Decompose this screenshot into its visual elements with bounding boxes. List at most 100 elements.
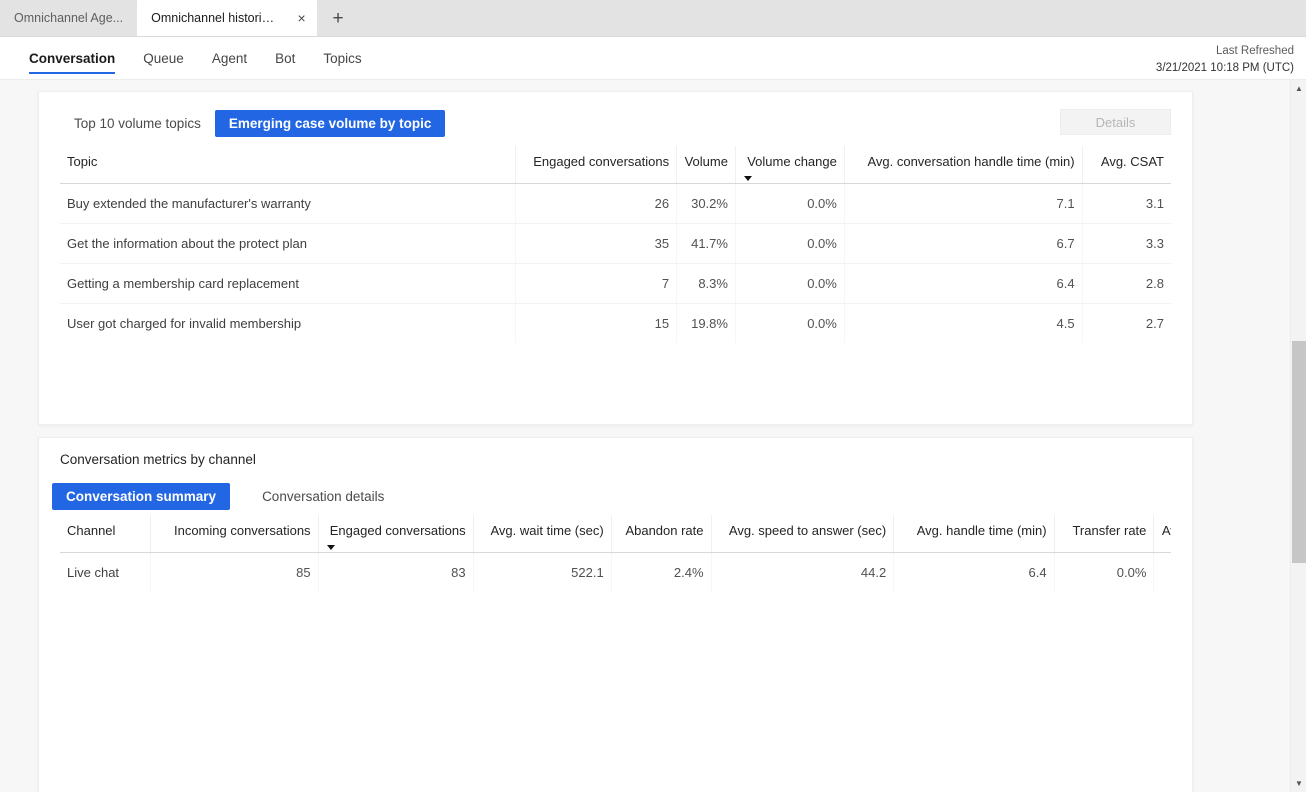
channel-table-body: Live chat8583522.12.4%44.26.40.0%3.1 xyxy=(60,552,1171,592)
tab-topics[interactable]: Topics xyxy=(309,37,375,80)
tab-queue[interactable]: Queue xyxy=(129,37,198,80)
topics-column-header[interactable]: Volume xyxy=(676,146,736,184)
table-cell: 3.1 xyxy=(1082,183,1171,224)
browser-tab-2[interactable]: Omnichannel historical an... × xyxy=(137,0,318,36)
topics-column-header-label: Avg. conversation handle time (min) xyxy=(867,154,1075,169)
page-vertical-scroll-track[interactable]: ▲ ▼ xyxy=(1291,80,1306,792)
channel-column-header-label: Transfer rate xyxy=(1072,523,1147,538)
tab-agent-label: Agent xyxy=(211,51,248,66)
topics-column-header[interactable]: Avg. CSAT xyxy=(1082,146,1171,184)
channel-column-header[interactable]: Avg. wait time (sec) xyxy=(473,515,612,553)
channel-column-header[interactable]: Engaged conversations xyxy=(318,515,474,553)
table-row[interactable]: Get the information about the protect pl… xyxy=(60,223,1171,264)
pill-top-10-volume-topics[interactable]: Top 10 volume topics xyxy=(60,110,215,137)
topics-column-header-label: Volume xyxy=(684,154,728,169)
topics-column-header[interactable]: Engaged conversations xyxy=(515,146,678,184)
channel-header-row: Channel Incoming conversations Engaged con… xyxy=(60,515,1171,553)
table-cell: 522.1 xyxy=(473,552,612,592)
table-cell: 19.8% xyxy=(676,303,736,343)
channel-column-header[interactable]: Avg. CSAT xyxy=(1153,515,1171,553)
channel-column-header[interactable]: Incoming conversations xyxy=(150,515,319,553)
tab-queue-label: Queue xyxy=(143,51,184,66)
page-vertical-scrollbar[interactable]: ▲ ▼ xyxy=(1290,80,1306,792)
table-cell: 0.0% xyxy=(735,223,845,264)
table-cell: 35 xyxy=(515,223,678,264)
channel-column-header[interactable]: Abandon rate xyxy=(611,515,712,553)
table-cell: Live chat xyxy=(60,552,151,592)
details-button[interactable]: Details xyxy=(1060,109,1171,135)
pill-conversation-details-label: Conversation details xyxy=(262,488,385,504)
topics-column-header[interactable]: Volume change xyxy=(735,146,845,184)
channel-column-header-label: Engaged conversations xyxy=(329,523,466,538)
pill-conversation-details[interactable]: Conversation details xyxy=(248,483,398,510)
page-vertical-scroll-thumb[interactable] xyxy=(1292,341,1306,563)
channel-table-inner: Channel Incoming conversations Engaged con… xyxy=(60,515,1171,592)
channel-table: Channel Incoming conversations Engaged con… xyxy=(60,515,1171,592)
channel-table-head: Channel Incoming conversations Engaged con… xyxy=(60,515,1171,553)
channel-column-header-label: Channel xyxy=(67,523,116,538)
pill-conversation-summary[interactable]: Conversation summary xyxy=(52,482,231,510)
details-button-label: Details xyxy=(1095,114,1136,130)
table-cell: 83 xyxy=(318,552,474,592)
table-cell: 30.2% xyxy=(676,183,736,224)
scroll-up-arrow-icon[interactable]: ▲ xyxy=(1291,80,1306,97)
browser-tab-1[interactable]: Omnichannel Age... xyxy=(0,0,137,36)
tab-bot-label: Bot xyxy=(275,51,296,66)
pill-top-10-volume-topics-label: Top 10 volume topics xyxy=(74,115,201,131)
table-row[interactable]: Buy extended the manufacturer's warranty… xyxy=(60,183,1171,224)
app-nav-bar: Conversation Queue Agent Bot Topics Last… xyxy=(0,37,1306,80)
channel-column-header-label: Avg. CSAT xyxy=(1161,523,1171,538)
table-cell: 0.0% xyxy=(735,183,845,224)
topics-column-header-label: Avg. CSAT xyxy=(1100,154,1164,169)
tab-conversation[interactable]: Conversation xyxy=(15,37,129,80)
topics-tab-row: Top 10 volume topics Emerging case volum… xyxy=(39,92,1192,144)
conversation-metrics-card: Conversation metrics by channel Conversa… xyxy=(38,437,1193,792)
channel-column-header-label: Avg. wait time (sec) xyxy=(490,523,604,538)
topics-table-body: Buy extended the manufacturer's warranty… xyxy=(60,183,1171,343)
table-cell: Buy extended the manufacturer's warranty xyxy=(60,183,516,224)
topics-column-header[interactable]: Avg. conversation handle time (min) xyxy=(844,146,1083,184)
browser-tab-1-title: Omnichannel Age... xyxy=(14,10,124,25)
channel-column-header-label: Incoming conversations xyxy=(173,523,311,538)
pill-emerging-case-volume-by-topic-label: Emerging case volume by topic xyxy=(228,115,432,131)
table-cell: 41.7% xyxy=(676,223,736,264)
table-cell: 0.0% xyxy=(1054,552,1155,592)
table-cell: 85 xyxy=(150,552,319,592)
channel-tab-row: Conversation summary Conversation detail… xyxy=(39,467,1192,515)
table-cell: 6.4 xyxy=(893,552,1055,592)
channel-column-header-label: Avg. handle time (min) xyxy=(916,523,1047,538)
table-row[interactable]: Getting a membership card replacement 7 8.… xyxy=(60,263,1171,304)
table-cell: User got charged for invalid membership xyxy=(60,303,516,343)
table-cell: 0.0% xyxy=(735,263,845,304)
table-cell: Getting a membership card replacement xyxy=(60,263,516,304)
browser-tab-strip: Omnichannel Age... Omnichannel historica… xyxy=(0,0,1306,37)
channel-column-header[interactable]: Avg. speed to answer (sec) xyxy=(711,515,895,553)
pill-emerging-case-volume-by-topic[interactable]: Emerging case volume by topic xyxy=(214,109,446,137)
channel-column-header[interactable]: Avg. handle time (min) xyxy=(893,515,1055,553)
last-refreshed-label: Last Refreshed xyxy=(1216,45,1294,57)
table-row[interactable]: Live chat8583522.12.4%44.26.40.0%3.1 xyxy=(60,552,1171,592)
table-cell: Get the information about the protect pl… xyxy=(60,223,516,264)
channel-column-header-label: Avg. speed to answer (sec) xyxy=(728,523,887,538)
topics-column-header-label: Engaged conversations xyxy=(533,154,670,169)
topics-column-header[interactable]: Topic xyxy=(60,146,516,184)
channel-column-header-label: Abandon rate xyxy=(625,523,704,538)
table-row[interactable]: User got charged for invalid membership 1… xyxy=(60,303,1171,343)
table-cell: 15 xyxy=(515,303,678,343)
topics-table: Topic Engaged conversations Volume Volume c… xyxy=(60,146,1171,343)
close-icon[interactable]: × xyxy=(294,9,309,27)
new-tab-icon[interactable]: + xyxy=(323,3,353,33)
scroll-down-arrow-icon[interactable]: ▼ xyxy=(1291,775,1306,792)
table-cell: 2.4% xyxy=(611,552,712,592)
table-cell: 0.0% xyxy=(735,303,845,343)
topics-column-header-label: Topic xyxy=(67,154,98,169)
table-cell: 6.7 xyxy=(844,223,1083,264)
tab-bot[interactable]: Bot xyxy=(261,37,309,80)
sort-descending-icon xyxy=(326,545,335,550)
tab-agent[interactable]: Agent xyxy=(198,37,261,80)
topics-header-row: Topic Engaged conversations Volume Volume c… xyxy=(60,146,1171,184)
channel-column-header[interactable]: Transfer rate xyxy=(1054,515,1155,553)
table-cell: 6.4 xyxy=(844,263,1083,304)
channel-column-header[interactable]: Channel xyxy=(60,515,151,553)
topics-table-wrap: Topic Engaged conversations Volume Volume c… xyxy=(39,146,1192,343)
